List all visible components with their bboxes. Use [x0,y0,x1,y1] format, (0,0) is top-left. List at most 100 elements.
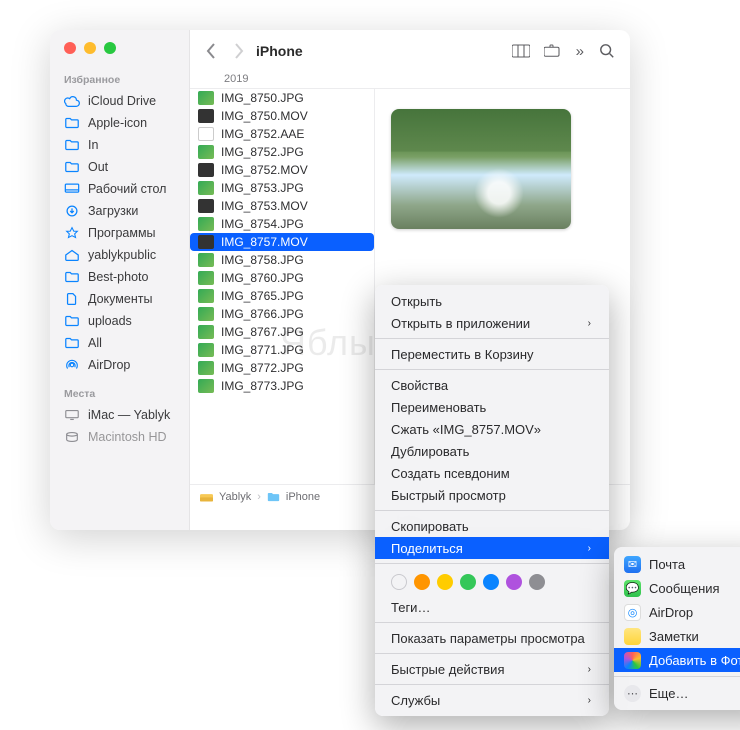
menu-copy[interactable]: Скопировать [375,515,609,537]
close-button[interactable] [64,42,76,54]
minimize-button[interactable] [84,42,96,54]
sidebar: Избранное iCloud DriveApple-iconInOutРаб… [50,30,190,530]
mail-icon: ✉ [624,556,641,573]
back-button[interactable] [204,42,218,60]
sidebar-item-label: Документы [88,292,152,306]
search-button[interactable] [598,43,616,59]
file-item[interactable]: IMG_8772.JPG [190,359,374,377]
sidebar-item-label: iCloud Drive [88,94,156,108]
chevron-right-icon: › [588,664,591,675]
sidebar-item[interactable]: uploads [50,310,189,332]
file-name: IMG_8752.JPG [221,145,304,159]
sidebar-item[interactable]: In [50,134,189,156]
sidebar-item-label: Best-photo [88,270,148,284]
file-name: IMG_8773.JPG [221,379,304,393]
sidebar-item[interactable]: Загрузки [50,200,189,222]
sidebar-item[interactable]: yablykpublic [50,244,189,266]
file-item[interactable]: IMG_8767.JPG [190,323,374,341]
file-item[interactable]: IMG_8752.MOV [190,161,374,179]
sidebar-item-label: Macintosh HD [88,430,167,444]
share-airdrop[interactable]: ◎AirDrop [614,600,740,624]
column-header[interactable]: 2019 [190,70,630,89]
file-name: IMG_8757.MOV [221,235,308,249]
tag-color[interactable] [460,574,476,590]
sidebar-item[interactable]: Программы [50,222,189,244]
share-messages[interactable]: 💬Сообщения [614,576,740,600]
share-notes[interactable]: Заметки [614,624,740,648]
menu-info[interactable]: Свойства [375,374,609,396]
sidebar-item-label: Out [88,160,108,174]
tag-color[interactable] [391,574,407,590]
sidebar-item-label: Загрузки [88,204,138,218]
file-list[interactable]: IMG_8750.JPG IMG_8750.MOV IMG_8752.AAE IMG_… [190,89,375,484]
menu-rename[interactable]: Переименовать [375,396,609,418]
file-item[interactable]: IMG_8765.JPG [190,287,374,305]
file-thumbnail-icon [198,307,214,321]
file-item[interactable]: IMG_8753.MOV [190,197,374,215]
file-name: IMG_8772.JPG [221,361,304,375]
sidebar-item-label: yablykpublic [88,248,156,262]
file-item[interactable]: IMG_8750.MOV [190,107,374,125]
sidebar-item[interactable]: Out [50,156,189,178]
file-thumbnail-icon [198,217,214,231]
sidebar-place-item[interactable]: Macintosh HD [50,426,189,448]
sidebar-item[interactable]: Apple-icon [50,112,189,134]
tag-color[interactable] [483,574,499,590]
sidebar-item[interactable]: Рабочий стол [50,178,189,200]
tag-color[interactable] [414,574,430,590]
file-item[interactable]: IMG_8750.JPG [190,89,374,107]
menu-services[interactable]: Службы› [375,689,609,711]
share-more[interactable]: ⋯Еще… [614,681,740,705]
sidebar-section-places: Места [50,384,189,404]
menu-show-view-options[interactable]: Показать параметры просмотра [375,627,609,649]
file-name: IMG_8750.JPG [221,91,304,105]
file-item[interactable]: IMG_8766.JPG [190,305,374,323]
path-segment[interactable]: Yablyk [219,491,251,503]
file-item[interactable]: IMG_8752.JPG [190,143,374,161]
sidebar-item[interactable]: AirDrop [50,354,189,376]
tag-colors-row [375,568,609,596]
zoom-button[interactable] [104,42,116,54]
menu-quick-actions[interactable]: Быстрые действия› [375,658,609,680]
tag-color[interactable] [506,574,522,590]
sidebar-item-label: iMac — Yablyk [88,408,170,422]
file-item[interactable]: IMG_8752.AAE [190,125,374,143]
file-item[interactable]: IMG_8757.MOV [190,233,374,251]
sidebar-item[interactable]: Документы [50,288,189,310]
menu-open-with[interactable]: Открыть в приложении› [375,312,609,334]
sidebar-item-label: All [88,336,102,350]
menu-quicklook[interactable]: Быстрый просмотр [375,484,609,506]
window-controls [50,42,189,70]
menu-duplicate[interactable]: Дублировать [375,440,609,462]
share-mail[interactable]: ✉Почта [614,552,740,576]
view-columns-button[interactable] [512,43,530,59]
menu-trash[interactable]: Переместить в Корзину [375,343,609,365]
sidebar-item[interactable]: Best-photo [50,266,189,288]
file-item[interactable]: IMG_8753.JPG [190,179,374,197]
forward-button[interactable] [232,42,246,60]
chevron-right-icon: › [588,318,591,329]
file-item[interactable]: IMG_8760.JPG [190,269,374,287]
sidebar-item[interactable]: All [50,332,189,354]
menu-compress[interactable]: Сжать «IMG_8757.MOV» [375,418,609,440]
file-item[interactable]: IMG_8773.JPG [190,377,374,395]
file-item[interactable]: IMG_8771.JPG [190,341,374,359]
menu-open[interactable]: Открыть [375,290,609,312]
tag-color[interactable] [437,574,453,590]
file-item[interactable]: IMG_8758.JPG [190,251,374,269]
file-name: IMG_8752.AAE [221,127,304,141]
file-name: IMG_8753.MOV [221,199,308,213]
share-add-to-photos[interactable]: Добавить в Фото [614,648,740,672]
more-button[interactable]: » [576,43,584,60]
menu-alias[interactable]: Создать псевдоним [375,462,609,484]
menu-tags[interactable]: Теги… [375,596,609,618]
tag-color[interactable] [529,574,545,590]
menu-share[interactable]: Поделиться› [375,537,609,559]
path-segment[interactable]: iPhone [286,491,320,503]
sidebar-item-label: Apple-icon [88,116,147,130]
sidebar-place-item[interactable]: iMac — Yablyk [50,404,189,426]
file-thumbnail-icon [198,379,214,393]
group-button[interactable] [544,43,562,59]
sidebar-item[interactable]: iCloud Drive [50,90,189,112]
file-item[interactable]: IMG_8754.JPG [190,215,374,233]
